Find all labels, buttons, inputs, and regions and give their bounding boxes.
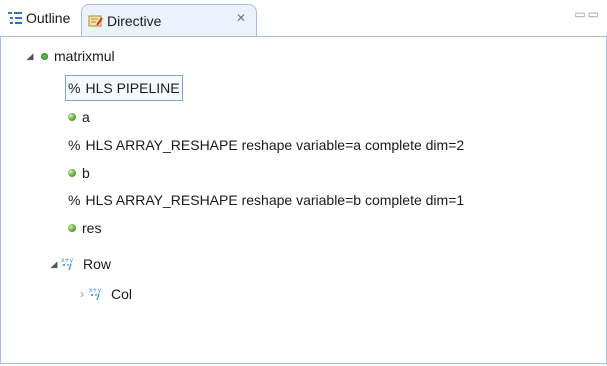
tree-item-label: b bbox=[82, 165, 90, 181]
tab-directive-label: Directive bbox=[107, 13, 162, 29]
svg-text:x+y: x+y bbox=[61, 257, 74, 264]
tree-item-root[interactable]: ◢ matrixmul bbox=[23, 45, 115, 67]
tree-item-directive-reshape-b[interactable]: % HLS ARRAY_RESHAPE reshape variable=b c… bbox=[68, 189, 464, 211]
tree-item-label: HLS ARRAY_RESHAPE reshape variable=a com… bbox=[85, 137, 465, 153]
tree-item-label: HLS PIPELINE bbox=[85, 80, 180, 96]
directive-icon bbox=[88, 14, 104, 28]
svg-text:x+y: x+y bbox=[89, 287, 102, 294]
tree-item-label: matrixmul bbox=[54, 48, 115, 64]
tab-outline-label: Outline bbox=[26, 10, 71, 26]
close-icon[interactable]: ✕ bbox=[236, 11, 246, 25]
tree-item-loop-row[interactable]: ◢ x+y Row bbox=[47, 253, 111, 275]
loop-icon: x+y bbox=[61, 256, 75, 272]
tree-item-label: HLS ARRAY_RESHAPE reshape variable=b com… bbox=[85, 192, 465, 208]
outline-icon bbox=[7, 11, 23, 25]
directive-percent-icon: % bbox=[68, 192, 81, 208]
variable-icon bbox=[68, 224, 76, 232]
tree-item-directive-pipeline[interactable]: % HLS PIPELINE bbox=[65, 75, 183, 101]
tab-directive[interactable]: Directive ✕ bbox=[81, 4, 257, 37]
tree-item-label: Row bbox=[83, 256, 112, 272]
directive-percent-icon: % bbox=[68, 137, 81, 153]
expanded-arrow-icon[interactable]: ◢ bbox=[47, 259, 61, 270]
minimize-maximize-icon[interactable]: ▭▭ bbox=[574, 7, 601, 21]
variable-icon bbox=[68, 169, 76, 177]
tree-item-loop-col[interactable]: › x+y Col bbox=[75, 283, 132, 305]
tree-item-label: Col bbox=[111, 286, 133, 302]
tree-item-variable-a[interactable]: a bbox=[68, 106, 90, 128]
tree-item-variable-res[interactable]: res bbox=[68, 217, 101, 239]
tab-outline[interactable]: Outline bbox=[3, 4, 81, 32]
directive-tree: ◢ matrixmul % HLS PIPELINE a % HLS ARRAY… bbox=[0, 36, 607, 364]
view-tab-bar: Outline Directive ✕ ▭▭ bbox=[0, 0, 607, 37]
expanded-arrow-icon[interactable]: ◢ bbox=[23, 51, 37, 62]
directive-percent-icon: % bbox=[68, 80, 81, 96]
tree-item-label: res bbox=[82, 220, 102, 236]
collapsed-arrow-icon[interactable]: › bbox=[75, 287, 89, 301]
tree-item-label: a bbox=[82, 109, 90, 125]
function-dot-icon bbox=[41, 52, 48, 60]
loop-icon: x+y bbox=[89, 286, 103, 302]
variable-icon bbox=[68, 113, 76, 121]
tree-item-directive-reshape-a[interactable]: % HLS ARRAY_RESHAPE reshape variable=a c… bbox=[68, 134, 464, 156]
tree-item-variable-b[interactable]: b bbox=[68, 162, 90, 184]
